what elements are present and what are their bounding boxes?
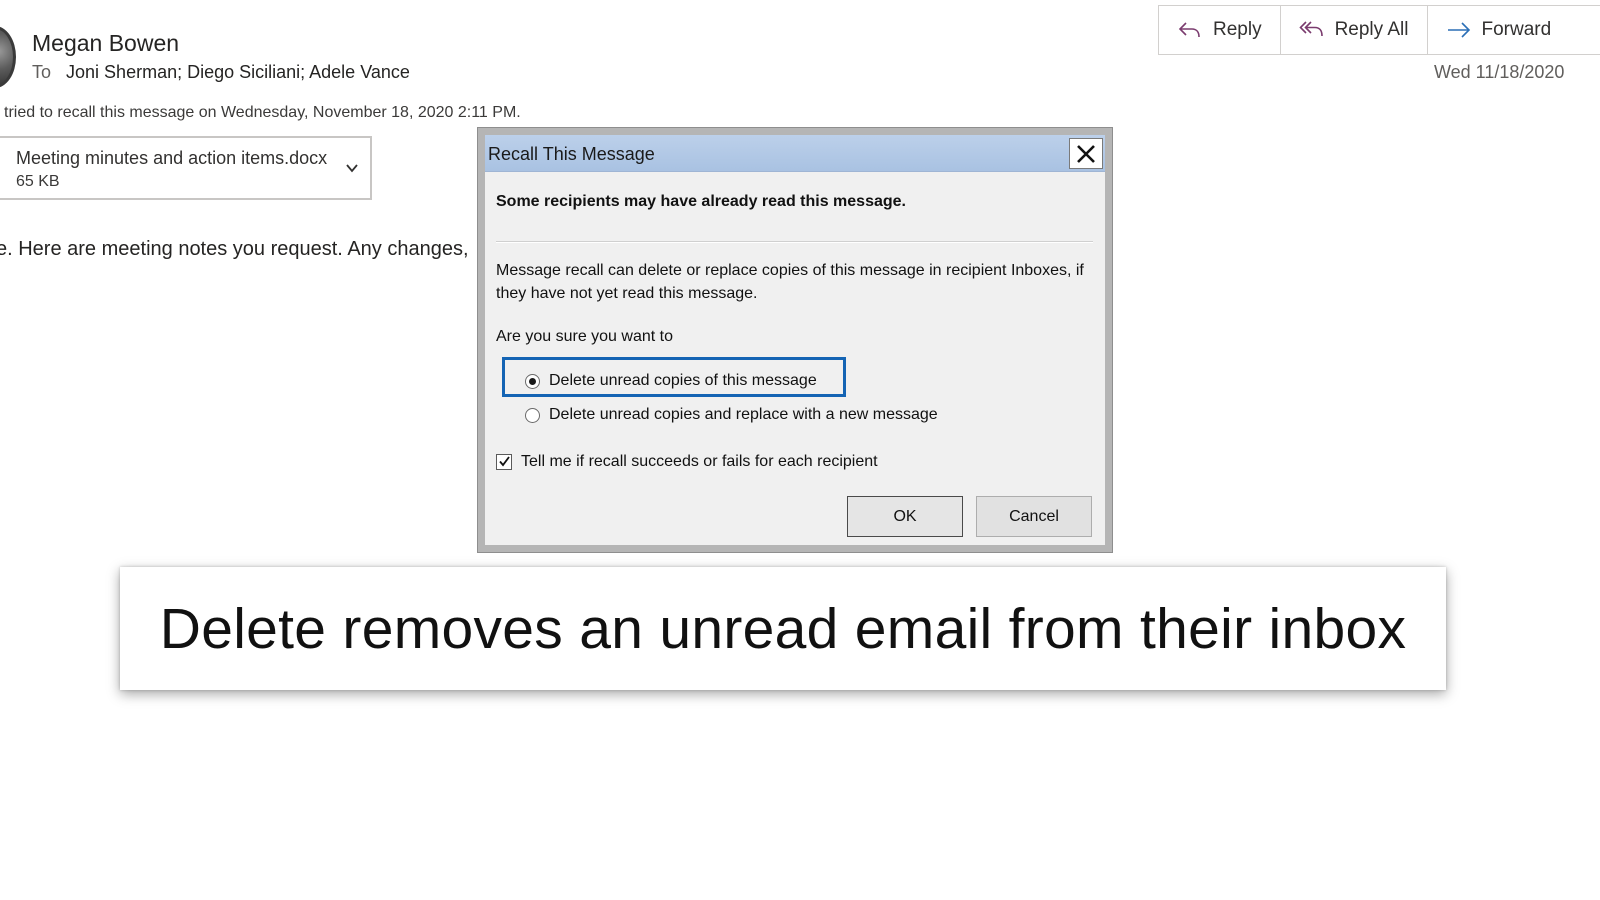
radio-button-selected[interactable] — [525, 373, 540, 389]
dialog-separator — [496, 241, 1093, 243]
checkmark-icon — [499, 456, 510, 467]
forward-arrow-icon — [1447, 22, 1470, 38]
dialog-description: Message recall can delete or replace cop… — [496, 262, 1084, 302]
message-actions-toolbar: Reply Reply All Forward — [1158, 5, 1600, 55]
attachment-card[interactable]: Meeting minutes and action items.docx 65… — [0, 136, 372, 200]
attachment-name: Meeting minutes and action items.docx — [16, 148, 328, 168]
radio-button[interactable] — [525, 407, 540, 423]
reply-button[interactable]: Reply — [1159, 6, 1281, 54]
cancel-button[interactable]: Cancel — [976, 496, 1092, 537]
radio-delete-and-replace[interactable]: Delete unread copies and replace with a … — [525, 406, 938, 424]
screen: Megan Bowen To Joni Sherman; Diego Sicil… — [0, 0, 1600, 900]
dialog-titlebar[interactable]: Recall This Message — [485, 135, 1105, 172]
sender-name[interactable]: Megan Bowen — [32, 30, 179, 57]
chevron-down-icon[interactable] — [344, 160, 360, 176]
reply-icon — [1178, 22, 1200, 38]
reply-all-button[interactable]: Reply All — [1281, 6, 1428, 54]
notify-recall-checkbox[interactable] — [496, 454, 512, 470]
recipients-line: To Joni Sherman; Diego Siciliani; Adele … — [32, 62, 410, 83]
forward-label: Forward — [1481, 19, 1552, 40]
sender-avatar[interactable] — [0, 26, 16, 88]
radio-delete-unread-label: Delete unread copies of this message — [549, 372, 817, 389]
reply-all-icon — [1298, 21, 1323, 37]
message-date: Wed 11/18/2020 — [1434, 62, 1565, 82]
reply-all-label: Reply All — [1334, 19, 1409, 40]
recall-message-dialog: Recall This Message Some recipients may … — [477, 127, 1113, 553]
forward-button[interactable]: Forward — [1428, 6, 1570, 54]
caption-text: Delete removes an unread email from thei… — [159, 596, 1407, 661]
dialog-title: Recall This Message — [488, 144, 655, 164]
recipients-list[interactable]: Joni Sherman; Diego Siciliani; Adele Van… — [66, 62, 410, 82]
close-icon — [1077, 144, 1095, 163]
attachment-size: 65 KB — [16, 173, 60, 190]
ok-button[interactable]: OK — [847, 496, 963, 537]
reply-label: Reply — [1213, 19, 1262, 40]
message-body: e. Here are meeting notes you request. A… — [0, 238, 469, 260]
dialog-question: Are you sure you want to — [496, 328, 673, 345]
dialog-warning: Some recipients may have already read th… — [496, 193, 906, 210]
notify-recall-checkbox-row[interactable]: Tell me if recall succeeds or fails for … — [496, 453, 878, 471]
radio-delete-unread[interactable]: Delete unread copies of this message — [525, 372, 817, 390]
radio-delete-and-replace-label: Delete unread copies and replace with a … — [549, 406, 938, 423]
close-button[interactable] — [1069, 138, 1103, 169]
notify-recall-label: Tell me if recall succeeds or fails for … — [521, 453, 878, 470]
to-label: To — [32, 62, 52, 82]
recall-info-banner: tried to recall this message on Wednesda… — [4, 104, 521, 121]
caption-banner: Delete removes an unread email from thei… — [120, 567, 1446, 690]
